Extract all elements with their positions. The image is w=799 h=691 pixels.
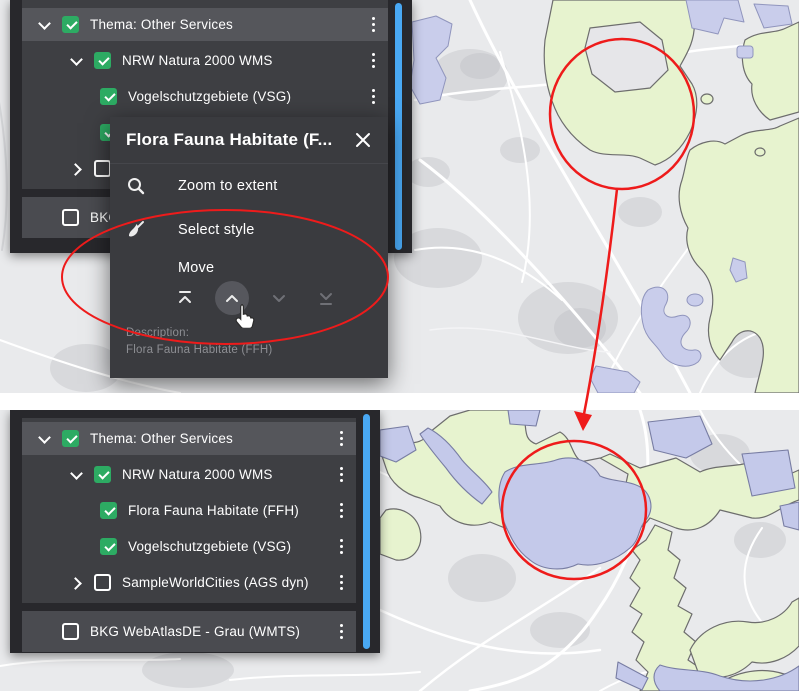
move-buttons-row: [110, 281, 388, 315]
kebab-menu-icon[interactable]: [334, 466, 348, 484]
screenshot-root: Thema: Other Services NRW Natura 2000 WM…: [0, 0, 799, 691]
panel-scrollbar[interactable]: [395, 3, 402, 250]
layer-checkbox[interactable]: [62, 16, 79, 33]
layer-label: NRW Natura 2000 WMS: [122, 467, 273, 482]
layer-description: Description: Flora Fauna Habitate (FFH): [110, 327, 388, 356]
chevron-spacer: [36, 624, 52, 640]
layer-tree-panel-after: Thema: Other Services NRW Natura 2000 WM…: [10, 410, 380, 653]
chevron-down-icon[interactable]: [68, 53, 84, 69]
menu-item-select-style[interactable]: Select style: [110, 208, 388, 252]
move-to-bottom-button[interactable]: [309, 281, 343, 315]
menu-item-zoom-to-extent[interactable]: Zoom to extent: [110, 164, 388, 208]
move-to-top-button[interactable]: [168, 281, 202, 315]
layer-checkbox[interactable]: [94, 52, 111, 69]
chevron-right-icon[interactable]: [68, 161, 84, 177]
layer-checkbox[interactable]: [94, 466, 111, 483]
description-value: Flora Fauna Habitate (FFH): [126, 344, 388, 356]
layer-checkbox[interactable]: [62, 623, 79, 640]
layer-label: Thema: Other Services: [90, 431, 233, 446]
panel-scrollbar[interactable]: [363, 414, 370, 649]
layer-context-menu: Flora Fauna Habitate (F... Zoom to exten…: [110, 117, 388, 378]
layer-checkbox[interactable]: [94, 574, 111, 591]
layer-row-sampleworldcities[interactable]: SampleWorldCities (AGS dyn): [22, 566, 356, 599]
layer-group-card: Thema: Other Services NRW Natura 2000 WM…: [22, 418, 356, 603]
layer-label: Vogelschutzgebiete (VSG): [128, 89, 291, 104]
move-up-button[interactable]: [215, 281, 249, 315]
layer-row-vsg[interactable]: Vogelschutzgebiete (VSG): [22, 80, 388, 113]
layer-label: BKG WebAtlasDE - Grau (WMTS): [90, 624, 300, 639]
magnifier-icon: [126, 176, 148, 196]
close-icon[interactable]: [352, 129, 374, 151]
layer-row-ffh[interactable]: Flora Fauna Habitate (FFH): [22, 494, 356, 527]
menu-item-label: Select style: [178, 222, 255, 238]
map-view-before: Thema: Other Services NRW Natura 2000 WM…: [0, 0, 799, 393]
kebab-menu-icon[interactable]: [366, 88, 380, 106]
layer-label: Vogelschutzgebiete (VSG): [128, 539, 291, 554]
layer-label: SampleWorldCities (AGS dyn): [122, 575, 309, 590]
kebab-menu-icon[interactable]: [334, 502, 348, 520]
layer-checkbox[interactable]: [62, 430, 79, 447]
description-label: Description:: [126, 327, 388, 339]
layer-label: Flora Fauna Habitate (FFH): [128, 503, 299, 518]
layer-row-vsg[interactable]: Vogelschutzgebiete (VSG): [22, 530, 356, 563]
chevron-down-icon[interactable]: [36, 17, 52, 33]
kebab-menu-icon[interactable]: [334, 574, 348, 592]
context-menu-header: Flora Fauna Habitate (F...: [110, 117, 388, 164]
layer-checkbox[interactable]: [100, 538, 117, 555]
basemap-card: BKG WebAtlasDE - Grau (WMTS): [22, 611, 356, 652]
kebab-menu-icon[interactable]: [334, 430, 348, 448]
layer-label: NRW Natura 2000 WMS: [122, 53, 273, 68]
chevron-down-icon[interactable]: [68, 467, 84, 483]
kebab-menu-icon[interactable]: [334, 623, 348, 641]
layer-checkbox[interactable]: [94, 160, 111, 177]
chevron-down-icon[interactable]: [36, 431, 52, 447]
layer-row-thema[interactable]: Thema: Other Services: [22, 422, 356, 455]
layer-row-bkg[interactable]: BKG WebAtlasDE - Grau (WMTS): [22, 615, 356, 648]
move-down-button[interactable]: [262, 281, 296, 315]
kebab-menu-icon[interactable]: [366, 52, 380, 70]
layer-row-thema[interactable]: Thema: Other Services: [22, 8, 388, 41]
layer-checkbox[interactable]: [100, 502, 117, 519]
layer-checkbox[interactable]: [62, 209, 79, 226]
style-brush-icon: [126, 220, 148, 240]
layer-label: Thema: Other Services: [90, 17, 233, 32]
kebab-menu-icon[interactable]: [334, 538, 348, 556]
map-view-after: Thema: Other Services NRW Natura 2000 WM…: [0, 410, 799, 691]
layer-checkbox[interactable]: [100, 88, 117, 105]
kebab-menu-icon[interactable]: [366, 16, 380, 34]
chevron-spacer: [36, 210, 52, 226]
chevron-right-icon[interactable]: [68, 575, 84, 591]
menu-item-label: Zoom to extent: [178, 178, 278, 194]
layer-row-nrw[interactable]: NRW Natura 2000 WMS: [22, 44, 388, 77]
layer-row-nrw[interactable]: NRW Natura 2000 WMS: [22, 458, 356, 491]
move-section-label: Move: [110, 260, 388, 276]
context-menu-title: Flora Fauna Habitate (F...: [126, 130, 332, 150]
